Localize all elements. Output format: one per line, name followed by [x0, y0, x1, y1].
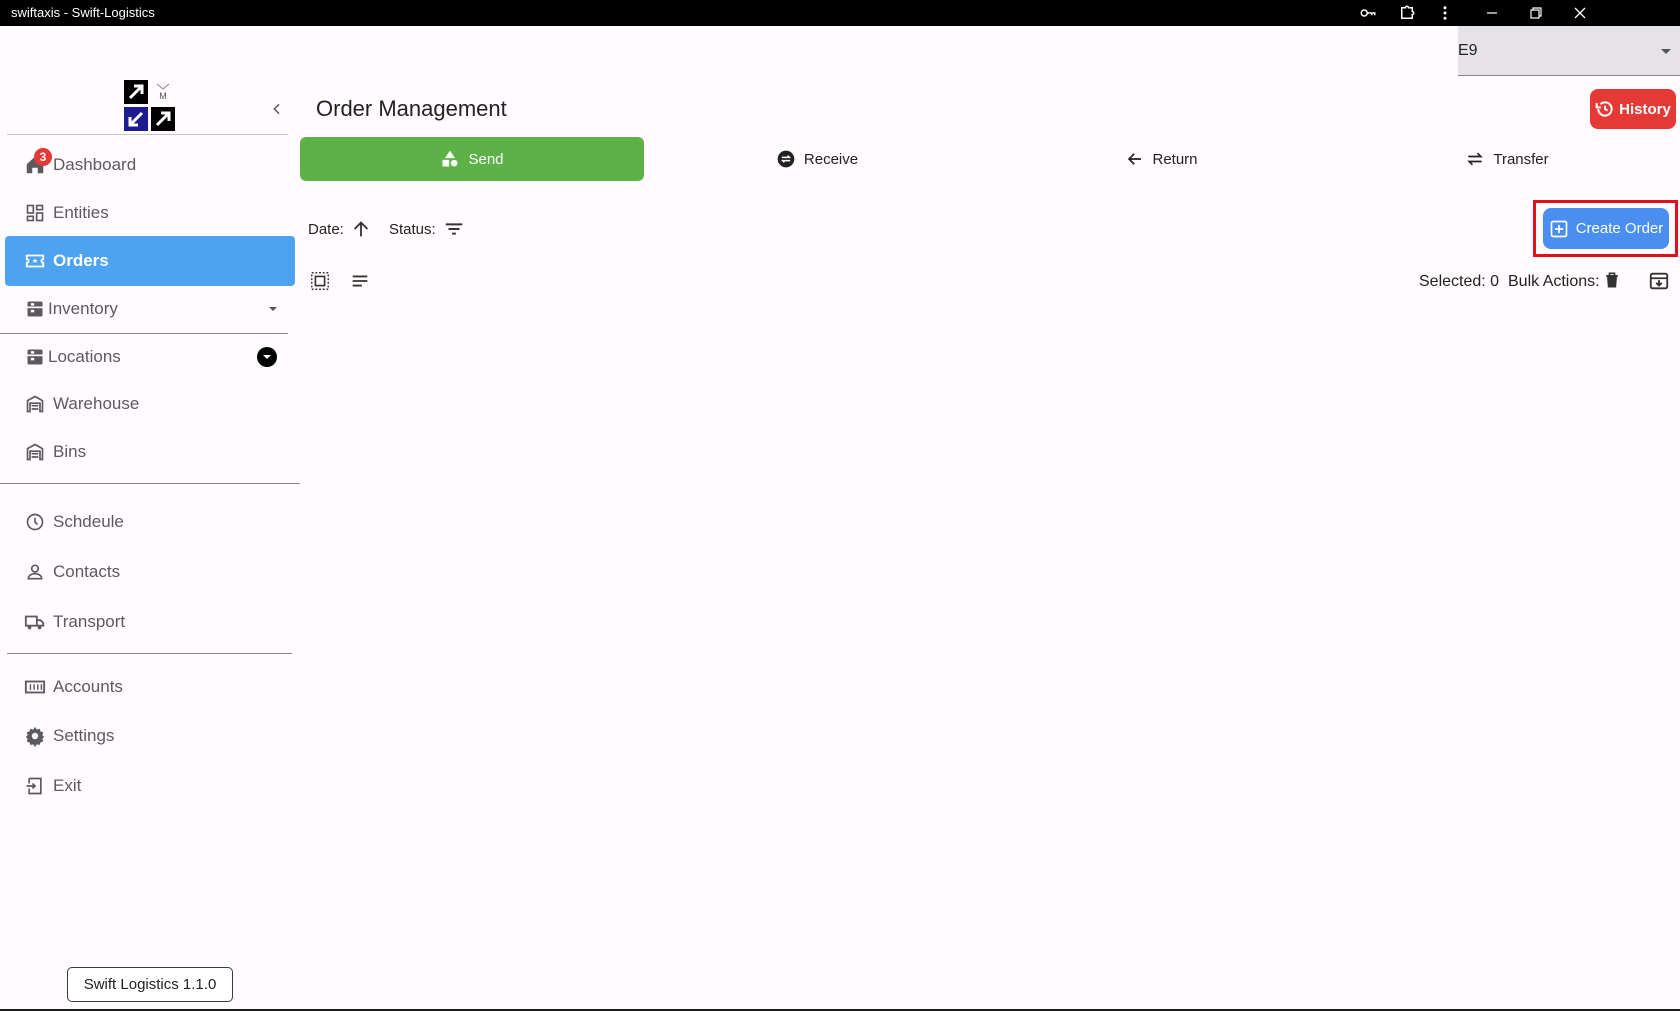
shapes-icon: [440, 149, 460, 169]
history-button[interactable]: History: [1590, 89, 1676, 129]
chevron-down-icon: [1660, 48, 1672, 56]
sidebar-item-dashboard[interactable]: 3 Dashboard: [5, 140, 295, 190]
entity-select[interactable]: E9: [1458, 26, 1680, 76]
sidebar-item-exit[interactable]: Exit: [5, 761, 295, 811]
sidebar-item-label: Bins: [53, 442, 87, 461]
sidebar-item-transport[interactable]: Transport: [5, 597, 295, 647]
sidebar-item-settings[interactable]: Settings: [5, 711, 295, 761]
history-icon: [1595, 99, 1615, 119]
sidebar-item-contacts[interactable]: Contacts: [5, 547, 295, 597]
swap-horiz-icon: [1465, 149, 1485, 169]
warehouse-icon: [23, 392, 47, 416]
sidebar-item-label: Settings: [53, 726, 115, 745]
extension-icon[interactable]: [1387, 0, 1427, 26]
close-icon[interactable]: [1560, 0, 1600, 26]
window-titlebar: swiftaxis - Swift-Logistics: [0, 0, 1680, 26]
warehouse-icon: [23, 440, 47, 464]
sidebar-item-label: Contacts: [53, 562, 121, 581]
create-order-button[interactable]: Create Order: [1543, 208, 1669, 249]
filter-icon[interactable]: [443, 218, 465, 240]
sidebar-item-inventory[interactable]: Inventory: [5, 284, 295, 334]
sidebar-item-label: Inventory: [48, 299, 118, 318]
notes-icon[interactable]: [349, 270, 371, 292]
window-title: swiftaxis - Swift-Logistics: [11, 5, 155, 20]
arrow-up-icon[interactable]: [350, 218, 372, 240]
sidebar-item-warehouse[interactable]: Warehouse: [5, 379, 295, 429]
sidebar-item-label: Transport: [53, 612, 126, 631]
entity-select-value: E9: [1458, 42, 1478, 59]
add-box-icon: [1549, 219, 1569, 239]
counter-icon: [23, 675, 47, 699]
sidebar-item-label: Entities: [53, 203, 109, 222]
tab-label: Receive: [803, 150, 859, 168]
sidebar-item-label: Locations: [48, 347, 121, 366]
minimize-icon[interactable]: [1472, 0, 1512, 26]
history-label: History: [1619, 100, 1671, 118]
sidebar-item-accounts[interactable]: Accounts: [5, 662, 295, 712]
create-order-label: Create Order: [1575, 220, 1664, 237]
person-icon: [23, 560, 47, 584]
sidebar-item-label: Schdeule: [53, 512, 124, 531]
arrow-left-icon: [1126, 150, 1144, 168]
locations-icon: [23, 345, 47, 369]
more-vert-icon[interactable]: [1425, 0, 1465, 26]
truck-icon: [23, 610, 47, 634]
date-filter-label: Date:: [308, 221, 344, 238]
tab-label: Transfer: [1493, 150, 1549, 168]
tab-return[interactable]: Return: [990, 137, 1334, 181]
sidebar-divider: [0, 483, 300, 484]
gear-icon: [23, 724, 47, 748]
tab-label: Return: [1152, 150, 1198, 168]
svg-text:M: M: [159, 91, 167, 101]
selected-count: Selected: 0: [1419, 273, 1500, 290]
tab-receive[interactable]: Receive: [645, 137, 989, 181]
status-filter-label: Status:: [389, 221, 436, 238]
restore-icon[interactable]: [1516, 0, 1556, 26]
version-button[interactable]: Swift Logistics 1.1.0: [67, 967, 233, 1002]
logout-icon: [23, 774, 47, 798]
sidebar-divider: [7, 653, 292, 654]
sidebar-item-orders[interactable]: Orders: [5, 236, 295, 286]
inventory-icon: [23, 297, 47, 321]
sidebar-item-schedule[interactable]: Schdeule: [5, 497, 295, 547]
sidebar-item-label: Accounts: [53, 677, 123, 696]
sidebar-item-entities[interactable]: Entities: [5, 188, 295, 238]
sidebar-item-label: Orders: [53, 251, 109, 270]
swap-circle-icon: [776, 149, 796, 169]
select-all-icon[interactable]: [309, 270, 331, 292]
sidebar-item-label: Warehouse: [53, 394, 140, 413]
page-title: Order Management: [316, 96, 507, 121]
sidebar-item-label: Dashboard: [53, 155, 137, 174]
tab-transfer[interactable]: Transfer: [1335, 137, 1679, 181]
app-logo: M: [124, 80, 176, 132]
sidebar-divider: [7, 134, 288, 135]
bulk-actions-label: Bulk Actions:: [1508, 273, 1600, 290]
archive-icon[interactable]: [1648, 270, 1670, 292]
notification-badge: 3: [34, 148, 52, 166]
sidebar-item-bins[interactable]: Bins: [5, 427, 295, 477]
ticket-icon: [23, 249, 47, 273]
dashboard-grid-icon: [23, 201, 47, 225]
tab-label: Send: [468, 150, 504, 168]
chevron-down-icon[interactable]: [267, 303, 279, 315]
key-icon[interactable]: [1348, 0, 1388, 26]
sidebar-item-label: Exit: [53, 776, 82, 795]
sidebar-item-locations[interactable]: Locations: [5, 332, 295, 382]
tab-send[interactable]: Send: [300, 137, 644, 181]
collapse-sidebar-button[interactable]: [266, 98, 288, 120]
trash-icon[interactable]: [1602, 270, 1622, 290]
expand-circle-icon[interactable]: [257, 347, 277, 367]
clock-icon: [23, 510, 47, 534]
